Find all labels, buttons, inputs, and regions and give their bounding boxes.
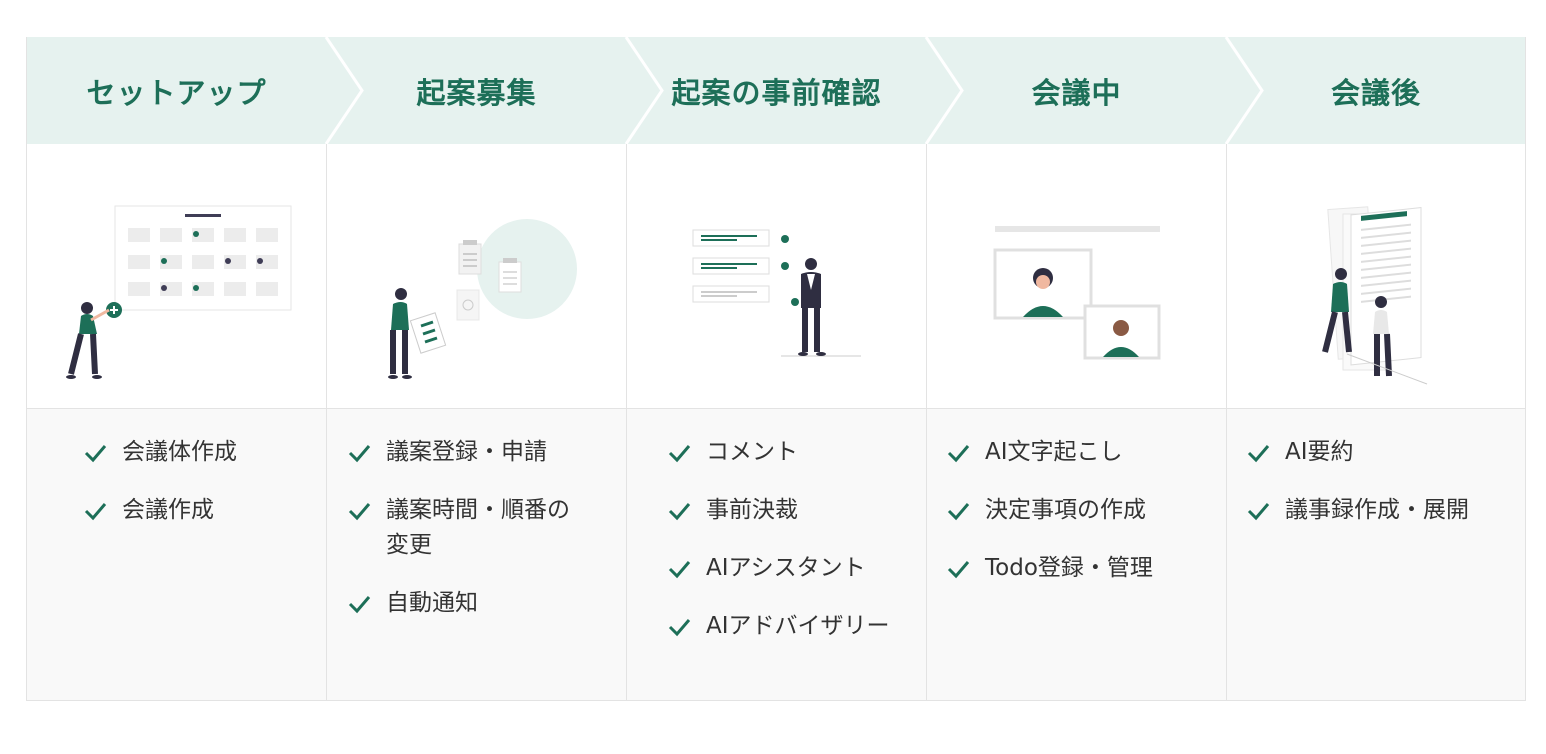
chevron-right-icon: [624, 37, 664, 144]
step-setup: セットアップ 会議体作成 会議作成: [26, 37, 364, 701]
meeting-illustration: [927, 144, 1226, 409]
step-title: 起案募集: [416, 75, 537, 110]
check-icon: [668, 619, 691, 637]
workflow-board: セットアップ 会議体作成 会議作成 起案募集 議案登録・申請 議案時間・順番の変…: [26, 37, 1526, 701]
check-icon: [348, 445, 371, 463]
chevron-right-icon: [924, 37, 964, 144]
list-item: 会議体作成: [82, 435, 237, 470]
step-header: 会議後: [1227, 37, 1525, 144]
list-item-text: コメント: [706, 439, 798, 465]
documents-person-illustration: [388, 219, 577, 379]
check-icon: [1247, 503, 1270, 521]
chevron-right-icon: [324, 37, 364, 144]
video-call-illustration: [993, 226, 1161, 360]
check-icon: [947, 561, 970, 579]
check-icon: [947, 503, 970, 521]
feature-list: AI要約 議事録作成・展開: [1227, 409, 1525, 701]
step-during-meeting: 会議中 AI文字起こし 決定事項の作成 Todo登録・管理: [926, 37, 1264, 701]
list-item-text: 会議体作成: [122, 439, 237, 465]
step-header: 会議中: [927, 37, 1226, 144]
check-icon: [348, 503, 371, 521]
list-item: Todo登録・管理: [945, 551, 1153, 586]
proposal-illustration: [327, 144, 626, 409]
step-pre-review: 起案の事前確認 コメント 事前決裁 AIアシスタント AIアドバイザリー: [626, 37, 964, 701]
list-item: コメント: [666, 435, 798, 470]
list-item: 事前決裁: [666, 493, 798, 528]
list-item: 議案時間・順番の変更: [346, 493, 591, 563]
feature-list: 会議体作成 会議作成: [27, 409, 326, 701]
feature-list: 議案登録・申請 議案時間・順番の変更 自動通知: [327, 409, 626, 701]
step-header: 起案募集: [327, 37, 626, 144]
list-item: 決定事項の作成: [945, 493, 1146, 528]
checklist-person-illustration: [692, 229, 861, 357]
step-title: セットアップ: [86, 75, 267, 110]
list-item-text: 議案時間・順番の変更: [386, 497, 570, 558]
list-item-text: AIアドバイザリー: [706, 613, 890, 639]
step-title: 会議中: [1031, 75, 1122, 110]
list-item-text: 会議作成: [122, 497, 214, 523]
list-item-text: 事前決裁: [706, 497, 798, 523]
list-item-text: 自動通知: [386, 590, 478, 616]
list-item-text: AI要約: [1285, 439, 1354, 465]
list-item-text: AIアシスタント: [706, 555, 866, 581]
check-icon: [668, 445, 691, 463]
list-item-text: Todo登録・管理: [985, 555, 1153, 581]
list-item: AIアシスタント: [666, 551, 866, 586]
after-meeting-illustration: [1227, 144, 1525, 409]
list-item: 会議作成: [82, 493, 214, 528]
step-header: 起案の事前確認: [627, 37, 926, 144]
list-item: AIアドバイザリー: [666, 609, 890, 644]
list-item-text: 議事録作成・展開: [1285, 497, 1469, 523]
calendar-person-illustration: [66, 205, 292, 379]
setup-illustration: [27, 144, 326, 409]
step-header: セットアップ: [27, 37, 326, 144]
list-item-text: 議案登録・申請: [386, 439, 547, 465]
check-icon: [84, 445, 107, 463]
list-item-text: AI文字起こし: [985, 439, 1123, 465]
step-title: 起案の事前確認: [671, 75, 882, 110]
step-title: 会議後: [1330, 75, 1421, 110]
review-illustration: [627, 144, 926, 409]
list-item: 自動通知: [346, 586, 616, 621]
check-icon: [84, 503, 107, 521]
list-item: AI要約: [1245, 435, 1354, 470]
chevron-right-icon: [1224, 37, 1264, 144]
step-proposal-collection: 起案募集 議案登録・申請 議案時間・順番の変更 自動通知: [326, 37, 664, 701]
step-after-meeting: 会議後 AI要約 議事録作成・展開: [1226, 37, 1526, 701]
check-icon: [348, 596, 371, 614]
feature-list: コメント 事前決裁 AIアシスタント AIアドバイザリー: [627, 409, 926, 701]
list-item: 議事録作成・展開: [1245, 493, 1469, 528]
list-item: AI文字起こし: [945, 435, 1123, 470]
list-item-text: 決定事項の作成: [985, 497, 1146, 523]
minutes-document-illustration: [1322, 206, 1428, 385]
list-item: 議案登録・申請: [346, 435, 616, 470]
check-icon: [668, 561, 691, 579]
check-icon: [668, 503, 691, 521]
check-icon: [947, 445, 970, 463]
feature-list: AI文字起こし 決定事項の作成 Todo登録・管理: [927, 409, 1226, 701]
check-icon: [1247, 445, 1270, 463]
